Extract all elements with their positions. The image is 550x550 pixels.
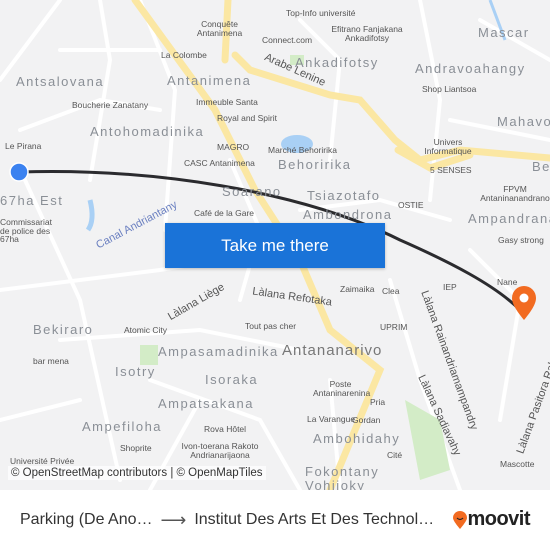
poi-label: Conquête Antanimena: [196, 19, 243, 38]
poi-label: Mascotte: [500, 459, 535, 469]
poi-label: Nane: [497, 277, 518, 287]
origin-name: Parking (De Ano…: [20, 511, 153, 528]
map-label: Ambondrona: [303, 207, 393, 222]
poi-label: Zaimaika: [340, 284, 375, 294]
map-label: Bekiraro: [33, 322, 94, 337]
poi-label: Immeuble Santa: [196, 97, 258, 107]
map-label: Ankadifotsy: [295, 55, 379, 70]
poi-label: OSTIE: [398, 200, 424, 210]
poi-label: CASC Antanimena: [184, 158, 255, 168]
poi-label: Univers Informatique: [424, 137, 472, 156]
map-label: Ampatsakana: [158, 396, 254, 411]
poi-label: Boucherie Zanatany: [72, 100, 149, 110]
poi-label: Ivon-toerana Rakoto Andrianarijaona: [181, 441, 259, 460]
poi-label: Cité: [387, 450, 403, 460]
poi-label: Poste Antaninarenina: [313, 379, 371, 398]
poi-label: Gordan: [352, 415, 381, 425]
map-label: Ampandrana: [468, 211, 550, 226]
poi-label: Tout pas cher: [245, 321, 297, 331]
poi-label: IEP: [443, 282, 457, 292]
poi-label: bar mena: [33, 356, 69, 366]
poi-label: Gasy strong: [498, 235, 544, 245]
poi-label: Le Pirana: [5, 141, 42, 151]
map-label: Fokontany Vohijoky: [305, 464, 380, 491]
map-label: Ambohidahy: [313, 431, 401, 446]
map-label: Antsalovana: [16, 74, 105, 89]
poi-label: Royal and Spirit: [217, 113, 278, 123]
poi-label: Pria: [370, 397, 386, 407]
poi-label: Clea: [382, 286, 400, 296]
map-label: Andravoahangy: [415, 61, 526, 76]
poi-label: 5 SENSES: [430, 165, 472, 175]
map-label: Isoraka: [205, 372, 259, 387]
poi-label: Atomic City: [124, 325, 167, 335]
map-label: Antohomadinika: [90, 124, 205, 139]
poi-label: Commissariat de police des 67ha: [0, 217, 52, 244]
poi-label: La Colombe: [161, 50, 207, 60]
poi-label: Efitrano Fanjakana Ankadifotsy: [331, 24, 403, 43]
poi-label: La Varangue: [307, 414, 356, 424]
map-label: Isotry: [115, 364, 156, 379]
map-label: Mascar: [478, 25, 530, 40]
origin-marker: [9, 162, 29, 182]
map-label: Behoririka: [278, 157, 352, 172]
poi-label: Shop Liantsoa: [422, 84, 477, 94]
take-me-there-button[interactable]: Take me there: [165, 223, 385, 268]
map-label: Soarano: [222, 184, 282, 199]
poi-label: Université Privée: [10, 456, 75, 466]
poi-label: MAGRO: [217, 142, 250, 152]
poi-label: Top-Info université: [286, 8, 356, 18]
city-label: Antananarivo: [282, 342, 383, 359]
map-label: Ampefiloha: [82, 419, 163, 434]
poi-label: FPVM Antaninanandrano: [480, 185, 550, 202]
map-label: Ampasamadinika: [158, 344, 279, 359]
poi-label: Rova Hôtel: [204, 424, 247, 434]
map[interactable]: Antsalovana Antanimena Ankadifotsy Andra…: [0, 0, 550, 490]
destination-name: Institut Des Arts Et Des Technol…: [194, 511, 435, 528]
map-attribution[interactable]: © OpenStreetMap contributors | © OpenMap…: [8, 466, 266, 480]
map-label: Be: [532, 159, 550, 174]
map-label: 67ha Est: [0, 193, 64, 208]
arrow-right-icon: ⟶: [160, 509, 187, 530]
moovit-logo: moovit: [453, 508, 530, 531]
brand-wordmark: moovit: [467, 508, 530, 530]
poi-label: Marché Behoririka: [268, 145, 337, 155]
map-label: Tsiazotafo: [307, 188, 381, 203]
poi-label: Café de la Gare: [194, 208, 255, 218]
map-label: Antanimena: [167, 73, 252, 88]
map-label: Mahavo: [497, 114, 550, 129]
poi-label: Connect.com: [262, 35, 313, 45]
moovit-pin-icon: [453, 510, 468, 529]
poi-label: Shoprite: [120, 443, 152, 453]
poi-label: UPRIM: [380, 322, 408, 332]
